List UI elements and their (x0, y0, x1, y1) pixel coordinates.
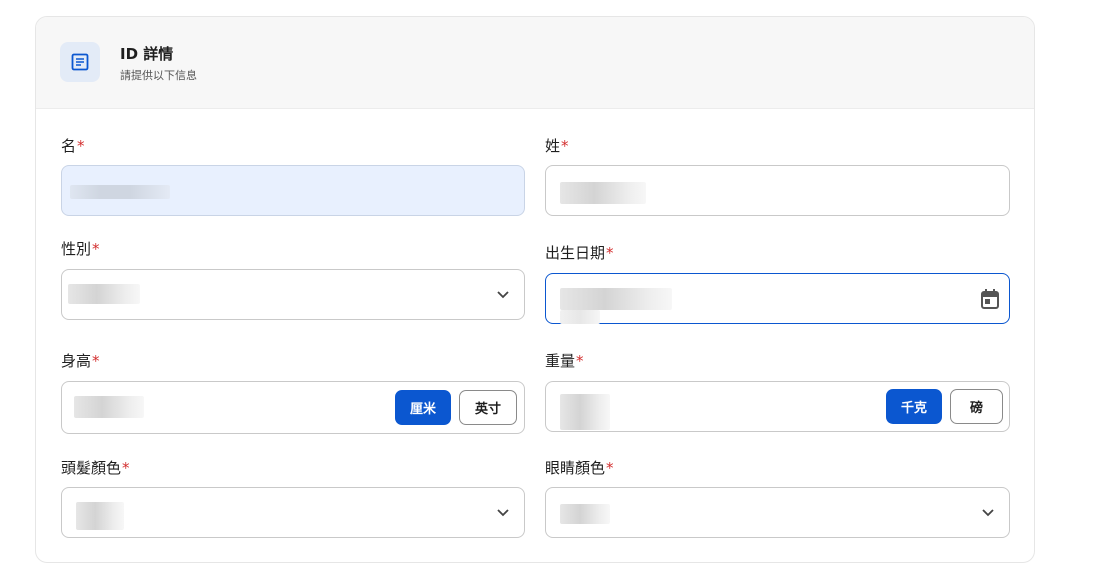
first-name-label: 名* (61, 137, 85, 155)
first-name-input[interactable] (61, 165, 525, 216)
hair-color-select[interactable] (61, 487, 525, 538)
calendar-icon[interactable] (980, 288, 1000, 310)
redacted-value (70, 185, 170, 199)
redacted-value (560, 394, 610, 430)
weight-label: 重量* (545, 352, 584, 370)
last-name-label: 姓* (545, 137, 569, 155)
redacted-value (560, 504, 610, 524)
gender-label: 性別* (61, 240, 100, 258)
height-label: 身高* (61, 352, 100, 370)
height-input[interactable]: 厘米 英寸 (61, 381, 525, 434)
birth-date-input[interactable] (545, 273, 1010, 324)
required-marker: * (77, 137, 85, 155)
redacted-value (74, 396, 144, 418)
unit-inch-button[interactable]: 英寸 (459, 390, 517, 425)
last-name-input[interactable] (545, 165, 1010, 216)
page-title: ID 詳情 (120, 45, 174, 63)
unit-lb-button[interactable]: 磅 (950, 389, 1003, 424)
document-icon (60, 42, 100, 82)
page-subtitle: 請提供以下信息 (120, 69, 197, 82)
redacted-value (560, 288, 672, 310)
gender-select[interactable] (61, 269, 525, 320)
unit-kg-button[interactable]: 千克 (886, 389, 942, 424)
id-details-card: ID 詳情 請提供以下信息 名* 姓* 性別* 出生日期* 身高* 厘米 英寸 (35, 16, 1035, 563)
hair-color-label: 頭髮顏色* (61, 459, 130, 477)
redacted-value (68, 284, 140, 304)
unit-cm-button[interactable]: 厘米 (395, 390, 451, 425)
chevron-down-icon (982, 508, 994, 516)
eye-color-select[interactable] (545, 487, 1010, 538)
chevron-down-icon (497, 508, 509, 516)
redacted-value (560, 310, 600, 324)
birth-date-label: 出生日期* (545, 244, 614, 262)
redacted-value (560, 182, 646, 204)
card-header: ID 詳情 請提供以下信息 (36, 17, 1034, 109)
chevron-down-icon (497, 290, 509, 298)
eye-color-label: 眼睛顏色* (545, 459, 614, 477)
weight-input[interactable]: 千克 磅 (545, 381, 1010, 432)
redacted-value (76, 502, 124, 530)
